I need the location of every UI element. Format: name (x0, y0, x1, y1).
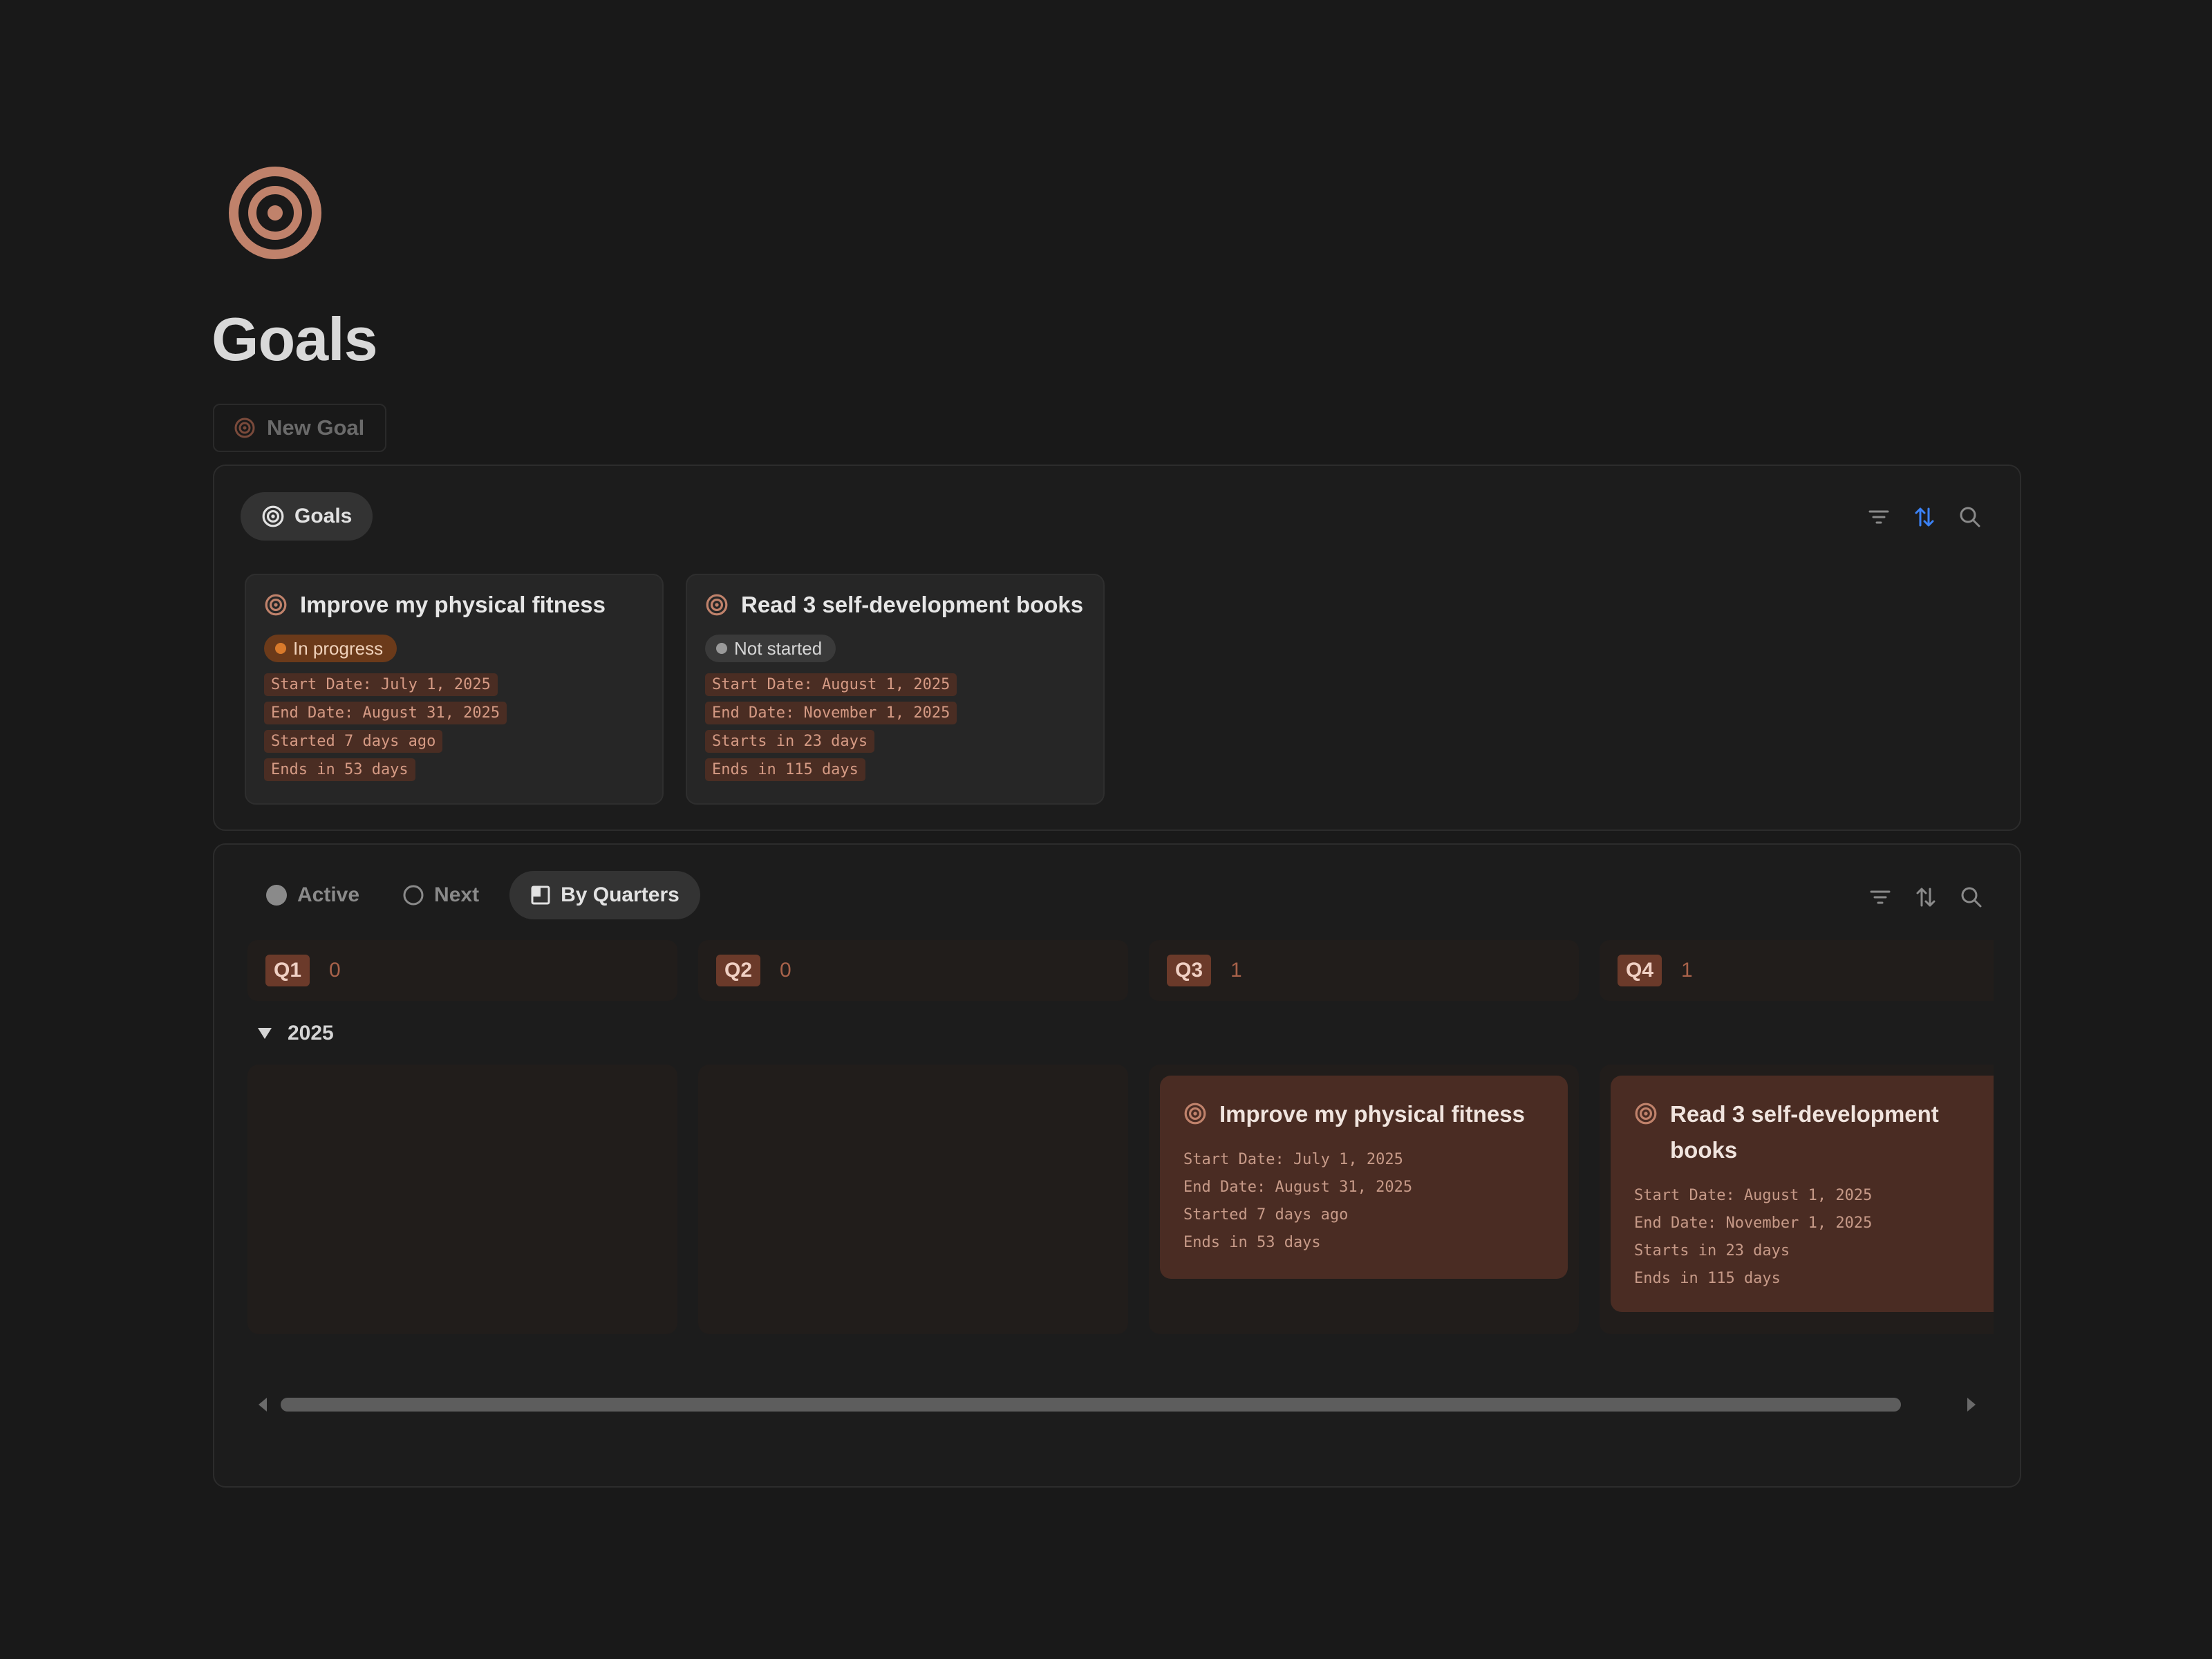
quarter-count: 1 (1681, 959, 1693, 982)
tab-by-quarters[interactable]: By Quarters (509, 871, 700, 919)
ends: Ends in 115 days (1634, 1270, 1781, 1287)
column-body-q1 (247, 1065, 677, 1334)
page-target-icon[interactable] (228, 166, 322, 260)
new-goal-label: New Goal (267, 415, 365, 440)
column-header-q2[interactable]: Q2 0 (698, 940, 1128, 1001)
goals-board-panel: Active Next By Quarters Q1 0 Q2 0 Q3 1 Q… (213, 843, 2021, 1488)
started-tag: Started 7 days ago (264, 730, 443, 753)
target-icon (234, 418, 255, 438)
status-dot (716, 643, 727, 654)
group-label: 2025 (288, 1022, 334, 1044)
ends-tag: Ends in 115 days (705, 758, 865, 781)
target-icon (1184, 1103, 1206, 1125)
end-date: End Date: November 1, 2025 (1634, 1215, 1873, 1232)
scroll-right-icon[interactable] (1965, 1396, 1978, 1413)
status-label: In progress (293, 637, 384, 659)
group-toggle-2025[interactable]: 2025 (257, 1022, 334, 1045)
gallery-toolbar (1866, 505, 1983, 529)
status-badge: Not started (705, 635, 836, 662)
ends-tag: Ends in 53 days (264, 758, 415, 781)
target-icon (706, 594, 728, 616)
quarter-badge: Q4 (1618, 955, 1662, 986)
quarter-badge: Q1 (265, 955, 310, 986)
started: Started 7 days ago (1183, 1206, 1349, 1224)
tab-active-label: Active (297, 883, 360, 906)
new-goal-button[interactable]: New Goal (213, 404, 387, 452)
target-icon (1635, 1103, 1657, 1125)
board-icon (531, 885, 550, 905)
column-header-q1[interactable]: Q1 0 (247, 940, 677, 1001)
board-card-books[interactable]: Read 3 self-development books Start Date… (1611, 1076, 1994, 1312)
end-date-tag: End Date: November 1, 2025 (705, 702, 957, 724)
chevron-down-icon (258, 1028, 272, 1039)
card-title: Read 3 self-development books (1670, 1101, 1939, 1163)
quarter-badge: Q2 (716, 955, 761, 986)
status-badge: In progress (264, 635, 397, 662)
start-date: Start Date: August 1, 2025 (1634, 1187, 1873, 1204)
search-icon[interactable] (1959, 885, 1984, 910)
tab-by-quarters-label: By Quarters (561, 883, 679, 906)
end-date-tag: End Date: August 31, 2025 (264, 702, 507, 724)
starts-tag: Starts in 23 days (705, 730, 875, 753)
column-body-q3: Improve my physical fitness Start Date: … (1149, 1065, 1579, 1334)
column-body-q2 (698, 1065, 1128, 1334)
gallery-card-books[interactable]: Read 3 self-development books Not starte… (686, 574, 1105, 805)
starts: Starts in 23 days (1634, 1242, 1790, 1259)
status-dot (275, 643, 286, 654)
scroll-left-icon[interactable] (256, 1396, 270, 1413)
page-title: Goals (212, 305, 378, 373)
target-icon (262, 505, 284, 527)
tab-goals-label: Goals (294, 505, 353, 527)
sort-icon[interactable] (1912, 505, 1937, 529)
start-date: Start Date: July 1, 2025 (1183, 1151, 1403, 1168)
target-icon (265, 594, 287, 616)
filter-icon[interactable] (1866, 505, 1891, 529)
quarter-count: 0 (780, 959, 791, 982)
start-date-tag: Start Date: August 1, 2025 (705, 673, 957, 696)
quarter-count: 1 (1230, 959, 1242, 982)
quarter-badge: Q3 (1167, 955, 1212, 986)
column-header-q4[interactable]: Q4 1 (1600, 940, 1994, 1001)
column-body-q4: Read 3 self-development books Start Date… (1600, 1065, 1994, 1334)
card-title: Improve my physical fitness (1219, 1101, 1526, 1127)
tab-goals[interactable]: Goals (241, 492, 373, 541)
column-header-q3[interactable]: Q3 1 (1149, 940, 1579, 1001)
status-label: Not started (734, 637, 823, 659)
board-card-fitness[interactable]: Improve my physical fitness Start Date: … (1160, 1076, 1568, 1279)
start-date-tag: Start Date: July 1, 2025 (264, 673, 498, 696)
tab-next-label: Next (434, 883, 480, 906)
empty-circle-icon (403, 885, 424, 906)
ends: Ends in 53 days (1183, 1234, 1321, 1251)
tab-active[interactable]: Active (253, 871, 372, 919)
end-date: End Date: August 31, 2025 (1183, 1179, 1413, 1196)
card-title: Improve my physical fitness (300, 592, 606, 617)
horizontal-scrollbar[interactable] (281, 1398, 1901, 1412)
search-icon[interactable] (1958, 505, 1983, 529)
quarter-count: 0 (329, 959, 341, 982)
filter-icon[interactable] (1868, 885, 1893, 910)
sort-icon[interactable] (1913, 885, 1938, 910)
goals-gallery-panel: Goals Improve my physical fitness In pro… (213, 465, 2021, 831)
card-title: Read 3 self-development books (741, 592, 1084, 617)
gallery-card-fitness[interactable]: Improve my physical fitness In progress … (245, 574, 664, 805)
tab-next[interactable]: Next (390, 871, 491, 919)
view-tabs: Active Next By Quarters (253, 871, 700, 919)
filled-circle-icon (266, 885, 287, 906)
board-toolbar (1868, 885, 1984, 910)
